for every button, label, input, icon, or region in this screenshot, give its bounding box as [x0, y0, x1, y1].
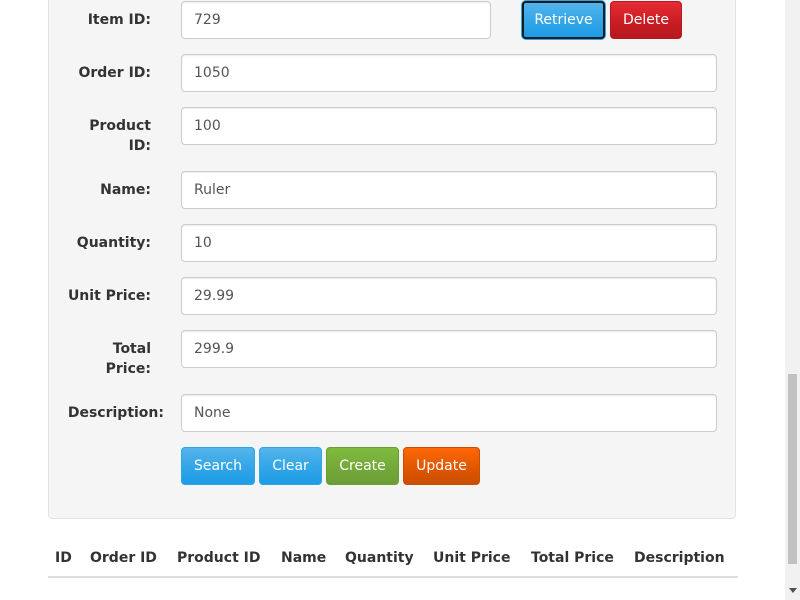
description-input[interactable]: [181, 394, 717, 432]
total-price-input[interactable]: [181, 330, 717, 368]
create-button[interactable]: Create: [326, 447, 399, 485]
search-button[interactable]: Search: [181, 447, 255, 485]
name-label: Name:: [100, 182, 151, 198]
table-header-unit-price[interactable]: Unit Price: [433, 548, 510, 568]
update-button[interactable]: Update: [403, 447, 480, 485]
order-id-label: Order ID:: [78, 65, 151, 81]
product-id-label-line1: Product: [89, 118, 151, 134]
page-scrollbar[interactable]: [785, 0, 800, 600]
retrieve-button[interactable]: Retrieve: [522, 1, 605, 39]
table-header-quantity[interactable]: Quantity: [345, 548, 414, 568]
scrollbar-thumb[interactable]: [788, 374, 797, 564]
product-id-label-line2: ID:: [128, 138, 151, 154]
table-header-product-id[interactable]: Product ID: [177, 548, 260, 568]
total-price-label-line2: Price:: [105, 361, 151, 377]
product-id-input[interactable]: [181, 107, 717, 145]
item-id-label: Item ID:: [87, 12, 151, 28]
description-label: Description:: [67, 405, 164, 421]
name-input[interactable]: [181, 171, 717, 209]
scroll-down-arrow-icon[interactable]: [789, 588, 797, 593]
table-header-order-id[interactable]: Order ID: [90, 548, 157, 568]
quantity-label: Quantity:: [76, 235, 151, 251]
delete-button[interactable]: Delete: [610, 1, 682, 39]
table-header-divider: [48, 576, 738, 578]
table-header-name[interactable]: Name: [281, 548, 326, 568]
total-price-label: Total Price:: [47, 339, 151, 379]
order-id-input[interactable]: [181, 54, 717, 92]
clear-button[interactable]: Clear: [259, 447, 322, 485]
product-id-label: Product ID:: [47, 116, 151, 156]
quantity-input[interactable]: [181, 224, 717, 262]
item-id-input[interactable]: [181, 1, 491, 39]
table-header-total-price[interactable]: Total Price: [531, 548, 614, 568]
unit-price-label: Unit Price:: [67, 288, 151, 304]
total-price-label-line1: Total: [112, 341, 151, 357]
unit-price-input[interactable]: [181, 277, 717, 315]
table-header-description[interactable]: Description: [634, 548, 725, 568]
table-header-id[interactable]: ID: [55, 548, 72, 568]
